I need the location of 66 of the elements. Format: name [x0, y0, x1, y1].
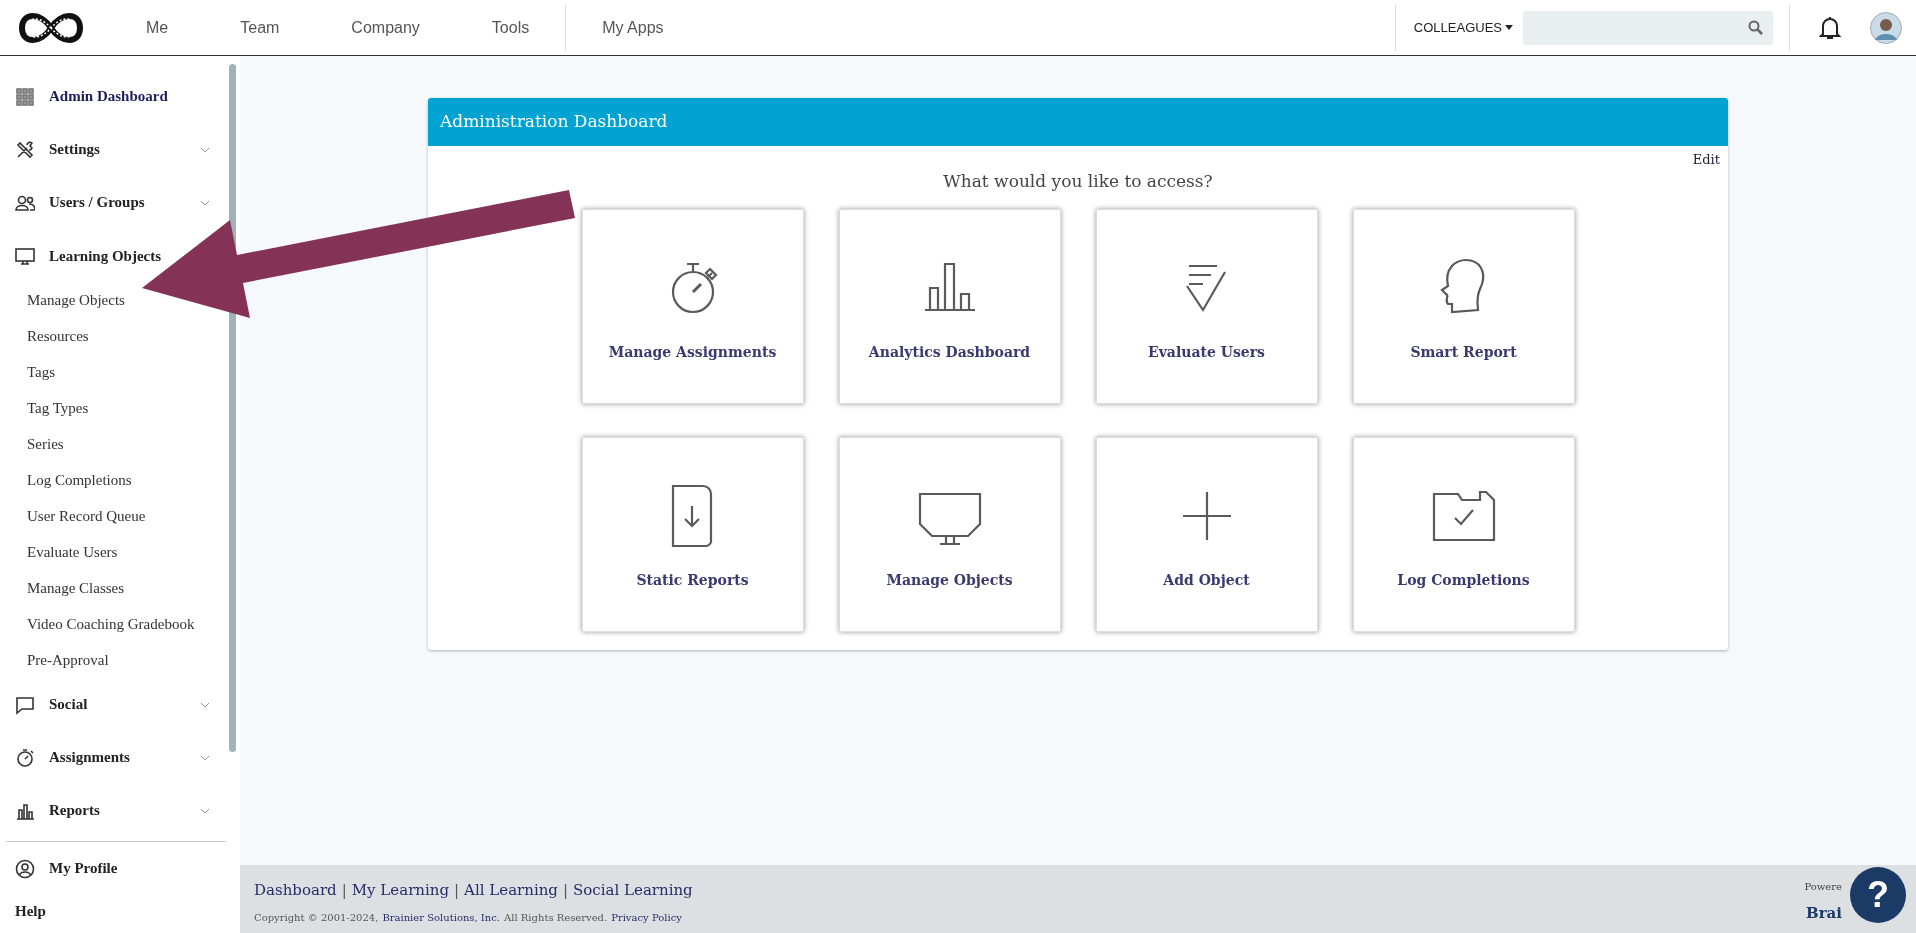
footer-link[interactable]: All Learning — [464, 879, 558, 902]
nav-link[interactable]: Me — [126, 15, 205, 40]
footer-link[interactable]: Dashboard — [254, 879, 337, 902]
dashboard-tile[interactable]: Evaluate Users — [1095, 208, 1318, 404]
dashboard-tile[interactable]: Log Completions — [1352, 436, 1575, 632]
chevron-icon — [200, 754, 210, 761]
menu-item-icon — [15, 747, 35, 768]
menu-item-icon — [15, 139, 35, 160]
rights-text: All Rights Reserved. — [504, 910, 608, 925]
privacy-link[interactable]: Privacy Policy — [611, 909, 682, 925]
nav-link[interactable]: My Apps — [566, 15, 700, 40]
nav-link[interactable]: Team — [204, 15, 316, 40]
footer-link[interactable]: Social Learning — [573, 879, 693, 902]
chevron-icon — [200, 146, 210, 153]
sidebar-subitem[interactable]: Manage Classes — [27, 570, 125, 606]
sidebar-subitem[interactable]: Resources — [27, 318, 89, 354]
footer-link[interactable]: My Learning — [351, 879, 450, 902]
menu-item-icon — [15, 246, 35, 266]
panel-title: Administration Dashboard — [428, 98, 1728, 146]
chevron-icon — [200, 199, 210, 206]
sidebar-subitem[interactable]: Tag Types — [27, 390, 89, 426]
colleagues-dropdown[interactable]: COLLEAGUES — [1395, 17, 1523, 38]
sidebar-item[interactable]: Learning Objects — [0, 245, 162, 267]
profile-icon — [15, 858, 35, 879]
nav-link[interactable]: Company — [315, 15, 456, 40]
sidebar-subitem[interactable]: Log Completions — [27, 462, 132, 498]
search-icon — [1748, 20, 1763, 35]
sidebar-item[interactable]: Users / Groups — [0, 176, 240, 229]
sidebar-item[interactable]: Assignments — [0, 731, 240, 784]
dashboard-tile[interactable]: Manage Objects — [838, 436, 1061, 632]
prompt-text: What would you like to access? — [943, 171, 1213, 191]
separator: | — [454, 880, 460, 901]
caret-icon — [1505, 25, 1513, 30]
vendor-link[interactable]: Brainier Solutions, Inc. — [382, 909, 501, 925]
sidebar-subitem[interactable]: User Record Queue — [27, 498, 146, 534]
dashboard-tile[interactable]: Analytics Dashboard — [838, 208, 1061, 404]
search-field[interactable] — [1523, 10, 1773, 45]
menu-item-icon — [15, 694, 35, 715]
chevron-icon — [200, 701, 210, 708]
sidebar-subitem[interactable]: Tags — [27, 354, 56, 390]
sidebar-item[interactable]: Admin Dashboard — [0, 70, 240, 123]
chevron-icon — [200, 807, 210, 814]
copyright-text: Copyright © 2001-2024, — [254, 910, 379, 925]
dashboard-tile[interactable]: Static Reports — [581, 436, 804, 632]
powered-text: Powere — [1804, 880, 1842, 894]
avatar[interactable] — [1870, 11, 1902, 44]
dashboard-tile[interactable]: Smart Report — [1352, 208, 1575, 404]
brand-logo: Brai — [1805, 903, 1842, 924]
sidebar-item[interactable]: Social — [0, 678, 240, 731]
sidebar-subitem[interactable]: Series — [27, 426, 64, 462]
sidebar-item[interactable]: Settings — [0, 123, 240, 176]
dashboard-tile[interactable]: Add Object — [1095, 436, 1318, 632]
edit-link[interactable]: Edit — [1692, 149, 1720, 169]
sidebar-subitem[interactable]: Manage Objects — [27, 282, 125, 318]
separator: | — [562, 880, 569, 901]
sidebar-subitem[interactable]: Pre-Approval — [27, 642, 109, 678]
dashboard-tile[interactable]: Manage Assignments — [581, 208, 804, 404]
menu-item-icon — [15, 86, 35, 107]
separator: | — [341, 880, 347, 901]
sidebar-item[interactable]: My Profile — [0, 842, 240, 895]
sidebar-item[interactable]: Help — [0, 895, 240, 927]
nav-link[interactable]: Tools — [455, 15, 566, 40]
sidebar-item[interactable]: Reports — [0, 784, 240, 837]
sidebar-subitem[interactable]: Video Coaching Gradebook — [27, 606, 195, 642]
sidebar-subitem[interactable]: Evaluate Users — [27, 534, 118, 570]
bell-icon[interactable] — [1818, 14, 1842, 41]
